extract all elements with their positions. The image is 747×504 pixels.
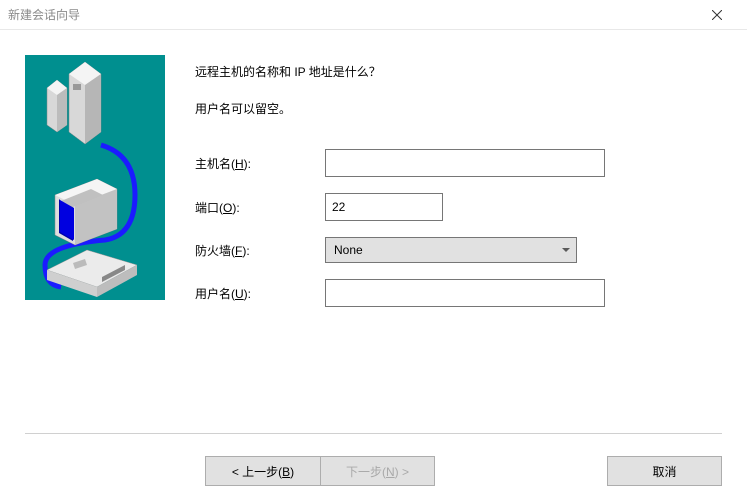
window-title: 新建会话向导 [8,6,694,23]
firewall-select[interactable]: None [325,237,577,263]
chevron-down-icon [562,248,570,252]
titlebar: 新建会话向导 [0,0,747,30]
dialog-body: 远程主机的名称和 IP 地址是什么？ 用户名可以留空。 主机名(H): 端口(O… [0,30,747,420]
form-area: 远程主机的名称和 IP 地址是什么？ 用户名可以留空。 主机名(H): 端口(O… [165,55,722,420]
wizard-graphic [25,55,165,300]
back-button[interactable]: < 上一步(B) [205,456,320,486]
hostname-input[interactable] [325,149,605,177]
row-hostname: 主机名(H): [195,149,722,177]
nav-button-group: < 上一步(B) 下一步(N) > [205,456,435,486]
row-firewall: 防火墙(F): None [195,237,722,263]
cancel-button[interactable]: 取消 [607,456,722,486]
port-input[interactable] [325,193,443,221]
row-port: 端口(O): [195,193,722,221]
port-label: 端口(O): [195,199,325,216]
separator [25,433,722,434]
row-username: 用户名(U): [195,279,722,307]
intro-sub: 用户名可以留空。 [195,100,722,117]
username-label: 用户名(U): [195,285,325,302]
hostname-label: 主机名(H): [195,155,325,172]
close-button[interactable] [694,1,739,29]
username-input[interactable] [325,279,605,307]
firewall-label: 防火墙(F): [195,242,325,259]
firewall-selected-value: None [334,243,363,257]
button-row: < 上一步(B) 下一步(N) > 取消 [0,456,747,486]
close-icon [712,10,722,20]
next-button[interactable]: 下一步(N) > [320,456,435,486]
intro-heading: 远程主机的名称和 IP 地址是什么？ [195,63,722,80]
network-computer-icon [25,55,165,300]
